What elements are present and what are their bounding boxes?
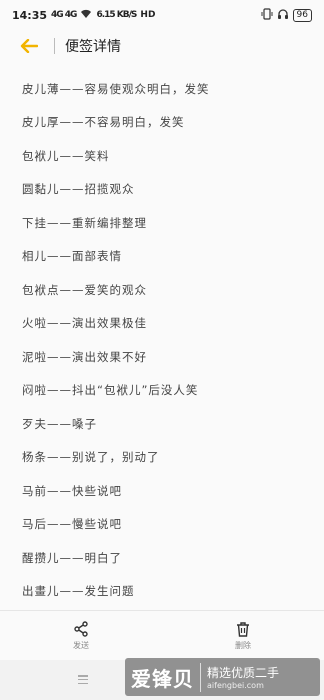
app-header: 便签详情 bbox=[0, 30, 324, 62]
back-arrow-icon bbox=[20, 39, 38, 53]
note-line: 醒攒儿——明白了 bbox=[22, 550, 122, 565]
vibrate-icon bbox=[261, 7, 273, 23]
note-line: 杨条——别说了，别动了 bbox=[22, 450, 160, 465]
note-line: 出畫儿——发生问题 bbox=[22, 584, 135, 599]
header-divider bbox=[54, 38, 55, 54]
delete-label: 删除 bbox=[235, 641, 251, 650]
cellular-signal-icon: 4G 4G bbox=[51, 10, 77, 20]
note-line: 马前——快些说吧 bbox=[22, 483, 122, 498]
menu-icon[interactable] bbox=[78, 675, 88, 684]
watermark-url: aifengbei.com bbox=[207, 681, 264, 690]
note-line: 皮儿厚——不容易明白，发笑 bbox=[22, 115, 185, 130]
note-line: 泥啦——演出效果不好 bbox=[22, 349, 147, 364]
watermark-text: 精选优质二手 aifengbei.com bbox=[201, 664, 279, 690]
note-line: 相儿——面部表情 bbox=[22, 249, 122, 264]
note-line: 包袱点——爱笑的观众 bbox=[22, 282, 147, 297]
battery-indicator: 96 bbox=[292, 8, 312, 22]
status-bar: 14:35 4G 4G 6.15 KB/S HD 96 bbox=[0, 0, 324, 30]
network-speed: 6.15 KB/S bbox=[96, 10, 137, 20]
wifi-icon bbox=[80, 9, 92, 22]
note-line: 歹夫——嗓子 bbox=[22, 416, 97, 431]
trash-icon bbox=[237, 622, 249, 637]
bottom-toolbar: 发送 删除 bbox=[0, 610, 324, 661]
status-right: 96 bbox=[261, 7, 312, 23]
note-line: 马后——慢些说吧 bbox=[22, 517, 122, 532]
watermark-slogan: 精选优质二手 bbox=[207, 666, 280, 680]
back-button[interactable] bbox=[18, 35, 40, 57]
watermark-logo: 爱锋贝 bbox=[131, 662, 201, 692]
delete-button[interactable]: 删除 bbox=[162, 611, 324, 661]
status-time: 14:35 bbox=[12, 8, 48, 22]
note-line: 圆黏儿——招揽观众 bbox=[22, 182, 135, 197]
status-left: 14:35 4G 4G 6.15 KB/S HD bbox=[12, 9, 155, 22]
note-line: 闷啦——抖出“包袱儿”后没人笑 bbox=[22, 383, 199, 398]
note-line: 下挂——重新编排整理 bbox=[22, 215, 147, 230]
share-button[interactable]: 发送 bbox=[0, 611, 162, 661]
share-label: 发送 bbox=[73, 641, 89, 650]
note-line: 包袱儿——笑料 bbox=[22, 148, 110, 163]
note-content: 皮儿薄——容易使观众明白，发笑 皮儿厚——不容易明白，发笑 包袱儿——笑料 圆黏… bbox=[22, 72, 312, 608]
share-icon bbox=[74, 621, 88, 637]
watermark: 爱锋贝 精选优质二手 aifengbei.com bbox=[125, 658, 320, 696]
note-line: 皮儿薄——容易使观众明白，发笑 bbox=[22, 81, 210, 96]
headset-icon bbox=[277, 8, 289, 23]
page-title: 便签详情 bbox=[65, 39, 121, 55]
note-line: 火啦——演出效果极佳 bbox=[22, 316, 147, 331]
hd-indicator: HD bbox=[140, 10, 156, 20]
